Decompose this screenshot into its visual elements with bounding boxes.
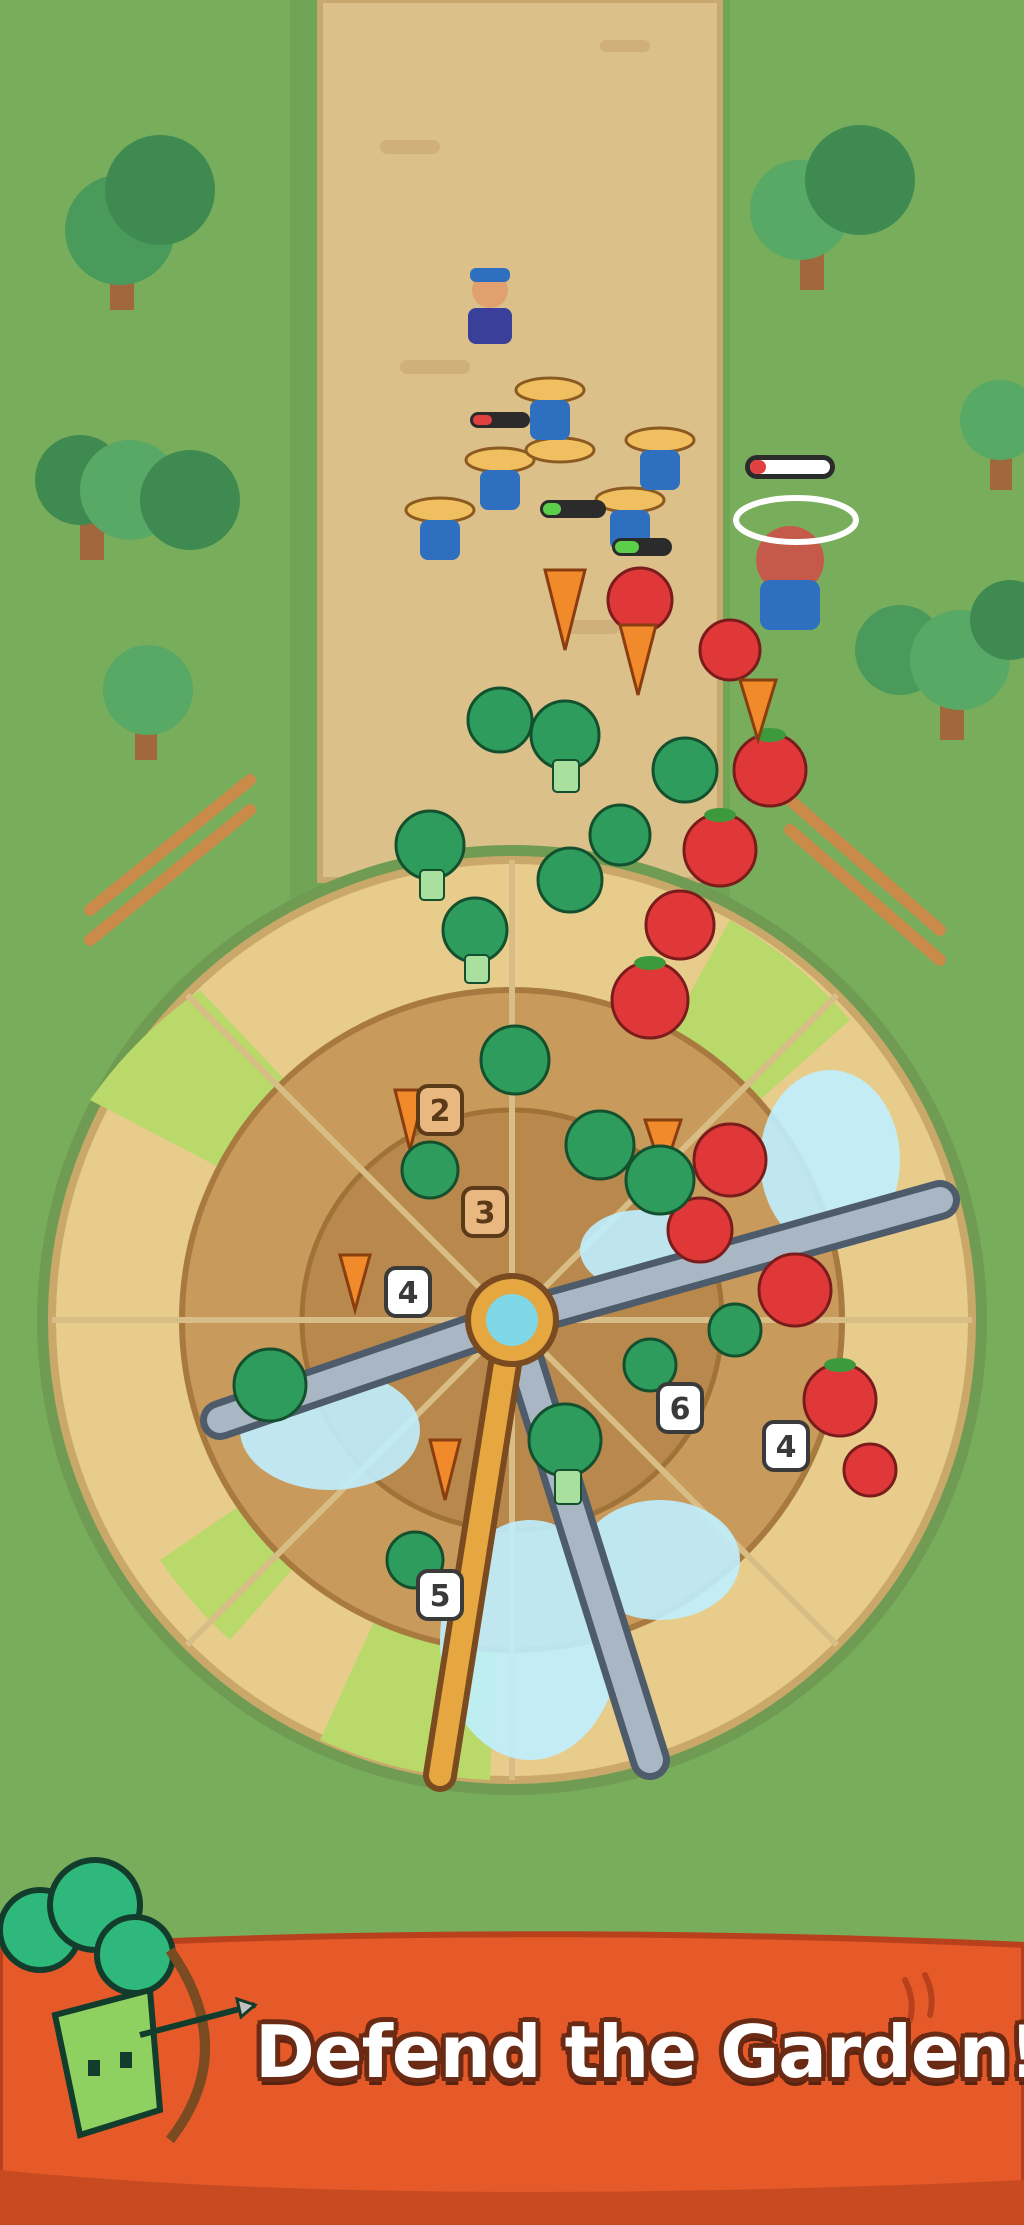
game-scene: 2 3 4 6 4 5 Defend the Garden! (0, 0, 1024, 2225)
plot-badge-label: 5 (430, 1579, 451, 1614)
plot-badge-label: 6 (670, 1392, 691, 1427)
banner-title: Defend the Garden! (255, 2010, 1024, 2094)
health-bar-fill-farmer-mid2 (615, 541, 639, 553)
health-bar-fill-farmer-mid (543, 503, 561, 515)
health-bar-fill-farmer-top (473, 415, 492, 425)
plot-badge-label: 4 (398, 1276, 419, 1311)
health-bar-fill-boss (750, 460, 766, 474)
plot-badge-label: 2 (430, 1094, 451, 1129)
plot-badge-label: 4 (776, 1430, 797, 1465)
plot-badge-label: 3 (475, 1196, 496, 1231)
